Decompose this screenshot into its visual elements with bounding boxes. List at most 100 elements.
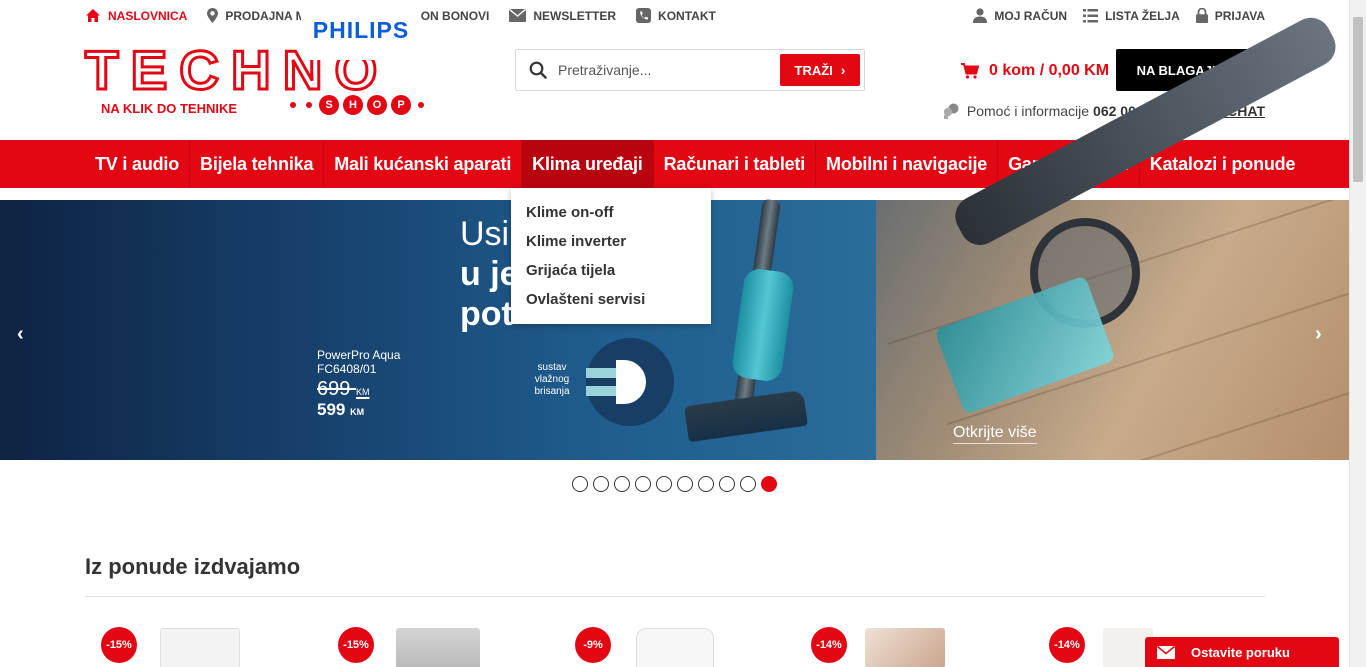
phone-icon xyxy=(636,8,652,23)
logo-dot xyxy=(418,102,424,108)
top-bar: NASLOVNICA PRODAJNA MJESTA POKLON BONOVI… xyxy=(85,0,1265,36)
chevron-right-icon: › xyxy=(840,62,846,78)
logo-shop-mark: S H O P xyxy=(285,95,429,115)
new-price-value: 599 xyxy=(317,400,346,419)
search-button-label: TRAŽI xyxy=(794,62,833,78)
scrollbar-thumb[interactable] xyxy=(1353,17,1363,182)
cart-icon xyxy=(961,63,979,79)
envelope-icon xyxy=(509,9,527,22)
dropdown-item-on-off[interactable]: Klime on-off xyxy=(511,201,711,230)
search-button[interactable]: TRAŽI › xyxy=(780,54,860,86)
logo-dot xyxy=(306,102,312,108)
feature-line: brisanja xyxy=(534,386,570,397)
nav-item-tv-audio[interactable]: TV i audio xyxy=(85,140,191,188)
carousel-dot-active[interactable] xyxy=(761,476,777,492)
carousel-dot[interactable] xyxy=(593,476,609,492)
cart-summary-text: 0 kom / 0,00 KM xyxy=(989,62,1110,79)
cart-summary[interactable]: 0 kom / 0,00 KM xyxy=(961,62,1109,80)
top-link-home[interactable]: NASLOVNICA xyxy=(85,8,187,23)
map-pin-icon xyxy=(207,8,219,23)
banner-headline: Usi u je pot xyxy=(460,214,519,334)
nav-item-small-appliances[interactable]: Mali kućanski aparati xyxy=(324,140,523,188)
search-bar: TRAŽI › xyxy=(515,49,865,91)
mop-icon xyxy=(586,338,674,426)
nav-item-white-goods[interactable]: Bijela tehnika xyxy=(190,140,325,188)
air-purifier-image xyxy=(636,628,714,667)
leave-message-button[interactable]: Ostavite poruku xyxy=(1145,637,1339,667)
home-icon xyxy=(86,9,100,22)
old-price-value: 699 xyxy=(317,378,351,400)
top-link-wishlist[interactable]: LISTA ŽELJA xyxy=(1083,8,1180,23)
user-icon xyxy=(973,8,988,23)
leave-message-label: Ostavite poruku xyxy=(1191,644,1290,660)
top-link-newsletter[interactable]: NEWSLETTER xyxy=(509,9,616,23)
nav-item-air-conditioners[interactable]: Klima uređaji xyxy=(522,140,654,188)
steam-iron-image xyxy=(865,628,945,667)
carousel-dot[interactable] xyxy=(635,476,651,492)
logo-letter: P xyxy=(391,95,411,115)
carousel-dot[interactable] xyxy=(719,476,735,492)
discount-badge: -9% xyxy=(575,627,611,663)
dropdown-item-heaters[interactable]: Grijaća tijela xyxy=(511,259,711,288)
brand-logo: PHILIPS xyxy=(301,0,421,60)
section-divider xyxy=(85,596,1265,597)
feature-text: sustav vlažnog brisanja xyxy=(532,362,572,398)
envelope-icon xyxy=(1157,645,1175,659)
nav-dropdown-air-conditioners: Klime on-off Klime inverter Grijaća tije… xyxy=(511,188,711,324)
currency: KM xyxy=(350,407,365,417)
logo-letter: S xyxy=(319,95,339,115)
top-link-contact[interactable]: KONTAKT xyxy=(636,8,716,23)
dishwasher-image xyxy=(396,628,480,667)
top-link-label: PRIJAVA xyxy=(1214,8,1265,23)
top-link-label: KONTAKT xyxy=(658,8,716,23)
carousel-dots xyxy=(572,476,782,492)
model-line: FC6408/01 xyxy=(317,362,377,376)
section-title: Iz ponude izdvajamo xyxy=(85,554,301,579)
discover-more-link[interactable]: Otkrijte više xyxy=(953,424,1037,444)
new-price: 599 KM xyxy=(317,400,364,420)
page-scrollbar[interactable] xyxy=(1349,0,1366,667)
top-link-label: NEWSLETTER xyxy=(533,8,617,23)
carousel-dot[interactable] xyxy=(656,476,672,492)
dropdown-item-inverter[interactable]: Klime inverter xyxy=(511,230,711,259)
discount-badge: -15% xyxy=(101,627,137,663)
feature-line: sustav xyxy=(537,362,567,373)
logo-tagline: NA KLIK DO TEHNIKE xyxy=(101,101,238,116)
nav-item-mobile-navigation[interactable]: Mobilni i navigacije xyxy=(816,140,999,188)
logo-letter: O xyxy=(367,95,387,115)
model-line: PowerPro Aqua xyxy=(317,348,401,362)
carousel-prev-icon[interactable]: ‹ xyxy=(17,323,24,346)
old-price: 699 KM xyxy=(317,378,369,401)
carousel-next-icon[interactable]: › xyxy=(1315,323,1322,346)
headline-line: u je xyxy=(460,255,519,293)
top-link-label: MOJ RAČUN xyxy=(994,8,1068,23)
currency: KM xyxy=(355,387,370,397)
carousel-dot[interactable] xyxy=(740,476,756,492)
carousel-dot[interactable] xyxy=(572,476,588,492)
search-input[interactable] xyxy=(558,58,778,82)
help-text: Pomoć i informacije xyxy=(966,103,1090,119)
discount-badge: -14% xyxy=(811,627,847,663)
dropdown-item-services[interactable]: Ovlašteni servisi xyxy=(511,288,711,317)
top-links-right: MOJ RAČUN LISTA ŽELJA PRIJAVA xyxy=(957,8,1265,23)
feature-line: vlažnog xyxy=(534,374,570,385)
lock-icon xyxy=(1195,8,1208,23)
top-link-login[interactable]: PRIJAVA xyxy=(1195,8,1265,23)
logo-letter: H xyxy=(343,95,363,115)
list-icon xyxy=(1083,8,1099,22)
nav-item-computers-tablets[interactable]: Računari i tableti xyxy=(654,140,817,188)
logo-dot xyxy=(290,102,296,108)
product-model: PowerPro Aqua FC6408/01 xyxy=(317,348,400,376)
headline-line: Usi xyxy=(460,215,510,253)
carousel-dot[interactable] xyxy=(677,476,693,492)
search-icon xyxy=(529,61,547,79)
discount-badge: -15% xyxy=(338,627,374,663)
carousel-dot[interactable] xyxy=(614,476,630,492)
headline-line: pot xyxy=(460,295,513,333)
top-link-account[interactable]: MOJ RAČUN xyxy=(973,8,1067,23)
carousel-dot[interactable] xyxy=(698,476,714,492)
top-link-label: NASLOVNICA xyxy=(108,8,188,23)
support-chat-icon xyxy=(943,103,959,119)
washing-machine-image xyxy=(160,628,240,667)
top-link-label: LISTA ŽELJA xyxy=(1105,8,1180,23)
